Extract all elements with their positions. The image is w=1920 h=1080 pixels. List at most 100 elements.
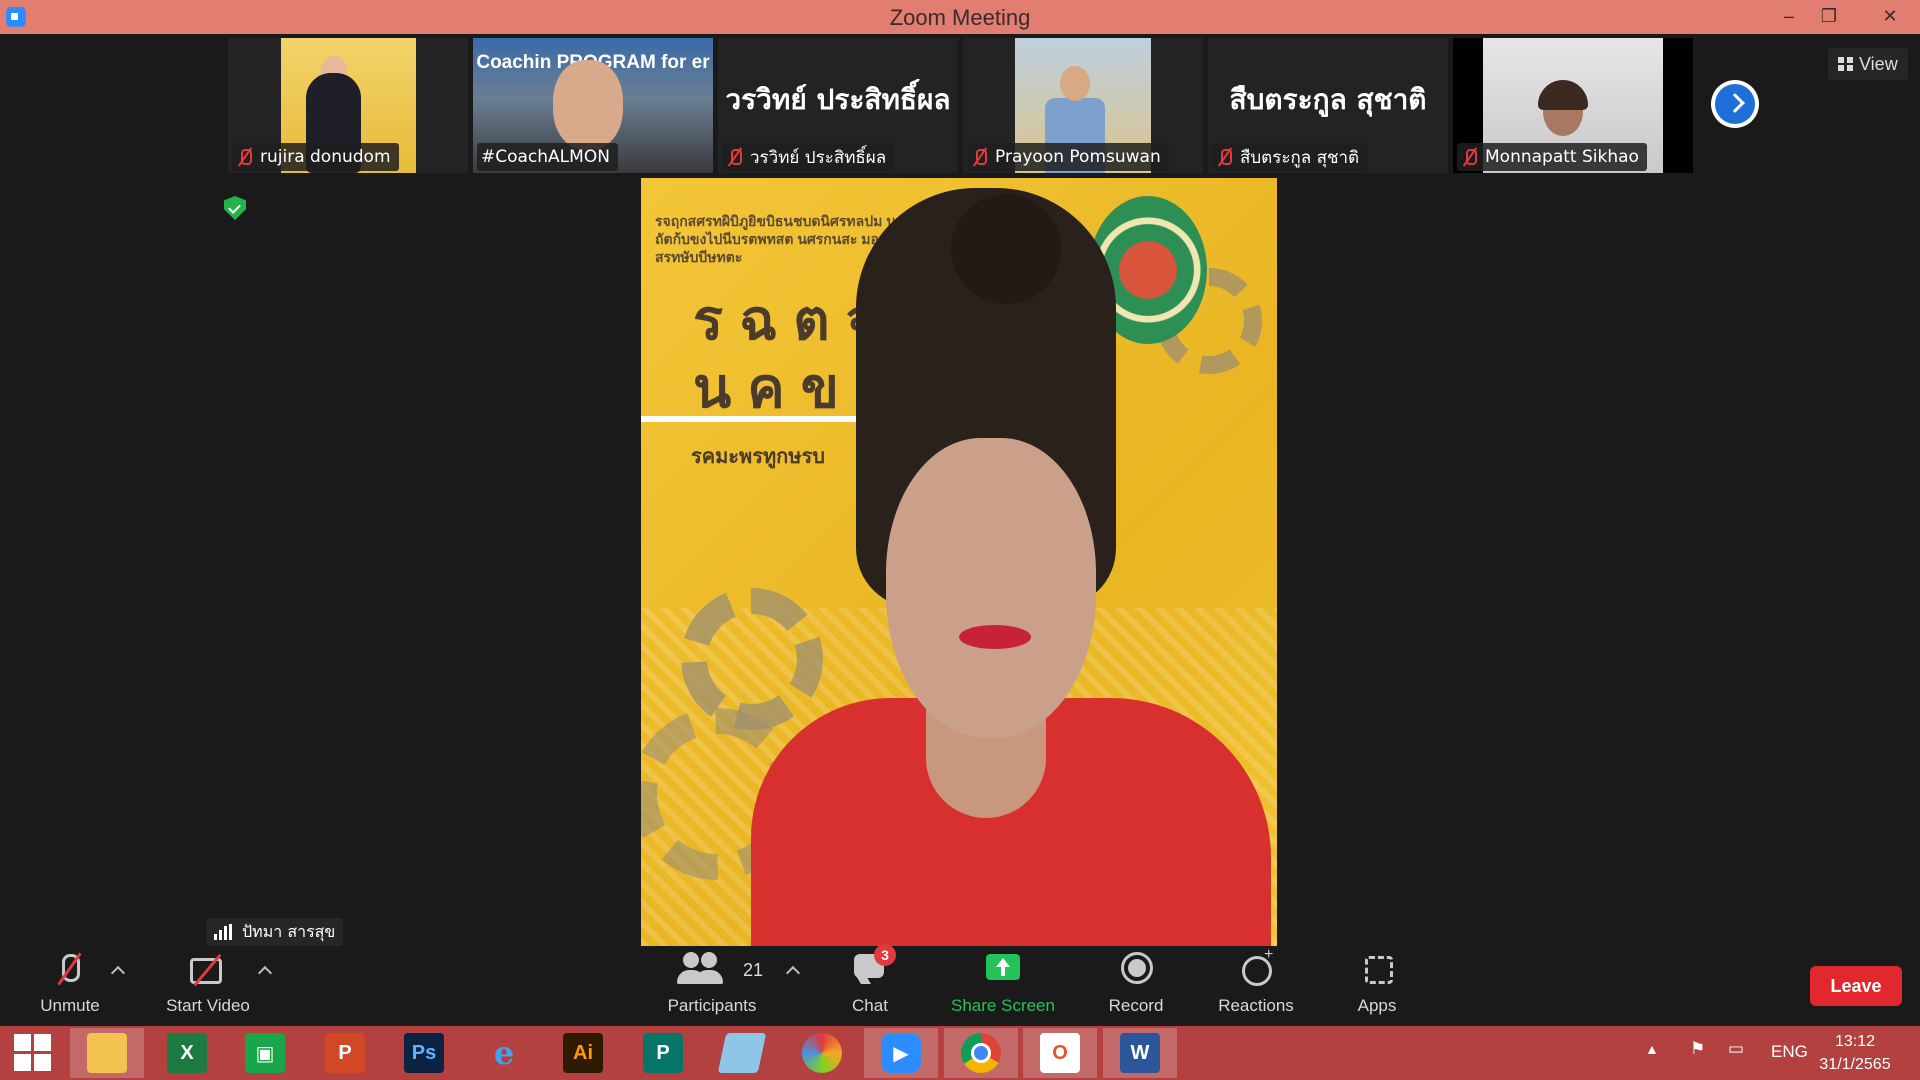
show-hidden-icons-chevron-icon[interactable]: ▲ [1645,1041,1659,1057]
video-off-icon [178,946,238,990]
participants-count: 21 [743,960,764,980]
start-video-button[interactable]: Start Video [160,946,256,1026]
participant-name-label: สืบตระกูล สุชาติ [1212,143,1368,171]
word-icon: W [1120,1033,1160,1073]
participant-tile-coachalmon[interactable]: Coachin PROGRAM for er #CoachALMON [473,38,713,173]
video-options-chevron-icon[interactable] [257,965,273,981]
unmute-button[interactable]: Unmute [35,946,105,1026]
windows-logo-icon [14,1034,52,1072]
reactions-button[interactable]: Reactions [1216,946,1296,1026]
taskbar-internet-explorer[interactable]: e [467,1028,541,1078]
share-screen-button[interactable]: Share Screen [948,946,1058,1026]
internet-explorer-icon: e [493,1034,515,1072]
action-center-flag-icon[interactable]: ⚑ [1690,1039,1705,1059]
system-clock[interactable]: 13:12 31/1/2565 [1800,1030,1910,1076]
start-button[interactable] [0,1028,66,1078]
participant-tile-prayoon[interactable]: Prayoon Pomsuwan [963,38,1203,173]
close-button[interactable]: ✕ [1860,0,1920,34]
powerpoint-icon: P [325,1033,365,1073]
taskbar-store[interactable]: ▣ [228,1028,302,1078]
participants-options-chevron-icon[interactable] [785,965,801,981]
participants-icon: 21 [667,946,763,990]
mic-muted-icon [236,148,254,166]
apps-label: Apps [1357,996,1397,1015]
participant-name: rujira donudom [260,147,391,167]
folder-icon [87,1033,127,1073]
record-label: Record [1108,996,1164,1015]
title-bar: Zoom Meeting – ❐ ✕ [0,0,1920,34]
next-page-arrow-icon[interactable] [1711,80,1759,128]
participant-hair [1538,80,1588,110]
participant-name: วรวิทย์ ประสิทธิ์ผล [750,147,887,168]
photoshop-icon: Ps [404,1033,444,1073]
taskbar-zoom[interactable]: ▶ [864,1028,938,1078]
apps-icon [1347,946,1407,990]
store-icon: ▣ [245,1033,285,1073]
taskbar-word[interactable]: W [1103,1028,1177,1078]
office-icon: O [1040,1033,1080,1073]
speaker-hair-bun [951,194,1061,304]
active-speaker-video[interactable]: รจฤกสศรทผิบิภูยิขบิธนชบดนิศรทลปม นคขกะตจ… [641,178,1277,946]
start-video-label: Start Video [166,996,250,1015]
participant-tile-rujira[interactable]: rujira donudom [228,38,468,173]
participant-name-label: Prayoon Pomsuwan [967,143,1169,171]
network-icon[interactable]: ▭ [1728,1039,1744,1059]
taskbar-photoscape[interactable] [785,1028,859,1078]
chrome-icon [961,1033,1001,1073]
speaker-face [886,438,1096,738]
taskbar-office[interactable]: O [1023,1028,1097,1078]
active-speaker-name: ปัทมา สารสุข [242,921,336,941]
participant-tile-monnapatt[interactable]: Monnapatt Sikhao [1453,38,1693,173]
unmute-label: Unmute [40,996,100,1015]
participant-tile-worawit[interactable]: วรวิทย์ ประสิทธิ์ผล วรวิทย์ ประสิทธิ์ผล [718,38,958,173]
view-button[interactable]: View [1828,48,1908,80]
participant-name: #CoachALMON [481,147,610,167]
signal-strength-icon [214,924,234,940]
share-screen-label: Share Screen [951,996,1055,1015]
mic-muted-icon [726,148,744,166]
security-shield-icon[interactable] [224,196,246,220]
windows-taskbar: X ▣ P Ps e Ai P ▶ O W ▲ ⚑ ▭ ENG 13:12 31… [0,1026,1920,1080]
taskbar-notepad[interactable] [705,1028,779,1078]
participant-strip: rujira donudom Coachin PROGRAM for er #C… [228,38,1693,173]
taskbar-publisher[interactable]: P [626,1028,700,1078]
grid-icon [1838,57,1853,71]
apps-button[interactable]: Apps [1347,946,1407,1026]
participants-label: Participants [667,996,757,1015]
taskbar-illustrator[interactable]: Ai [546,1028,620,1078]
chat-label: Chat [852,996,888,1015]
publisher-icon: P [643,1033,683,1073]
taskbar-file-explorer[interactable] [70,1028,144,1078]
participant-tile-suebtrakul[interactable]: สืบตระกูล สุชาติ สืบตระกูล สุชาติ [1208,38,1448,173]
clock-date: 31/1/2565 [1819,1056,1891,1073]
participant-name: สืบตระกูล สุชาติ [1240,147,1360,168]
background-subtext: รคมะพรทูกษรบ [691,446,825,468]
taskbar-chrome[interactable] [944,1028,1018,1078]
mic-muted-icon [1461,148,1479,166]
mic-muted-icon [971,148,989,166]
taskbar-excel[interactable]: X [150,1028,224,1078]
leave-button[interactable]: Leave [1810,966,1902,1006]
illustrator-icon: Ai [563,1033,603,1073]
record-icon [1106,946,1166,990]
window-title: Zoom Meeting [889,5,1031,30]
clock-time: 13:12 [1834,1033,1876,1050]
participant-name-label: rujira donudom [232,143,399,171]
taskbar-photoshop[interactable]: Ps [387,1028,461,1078]
chat-unread-badge: 3 [874,944,896,966]
mic-muted-icon [40,946,100,990]
restore-button[interactable]: ❐ [1806,0,1852,34]
taskbar-powerpoint[interactable]: P [308,1028,382,1078]
record-button[interactable]: Record [1106,946,1166,1026]
speaker-lips [959,625,1031,649]
participant-face [1060,66,1090,101]
participants-button[interactable]: 21 Participants [660,946,764,1026]
share-screen-icon [973,946,1033,990]
chat-button[interactable]: 3 Chat [840,944,900,1026]
view-label: View [1859,53,1898,74]
audio-options-chevron-icon[interactable] [110,965,126,981]
participant-face [553,60,623,150]
reactions-label: Reactions [1218,996,1294,1015]
reactions-icon [1226,946,1286,990]
notepad-icon [717,1033,767,1073]
